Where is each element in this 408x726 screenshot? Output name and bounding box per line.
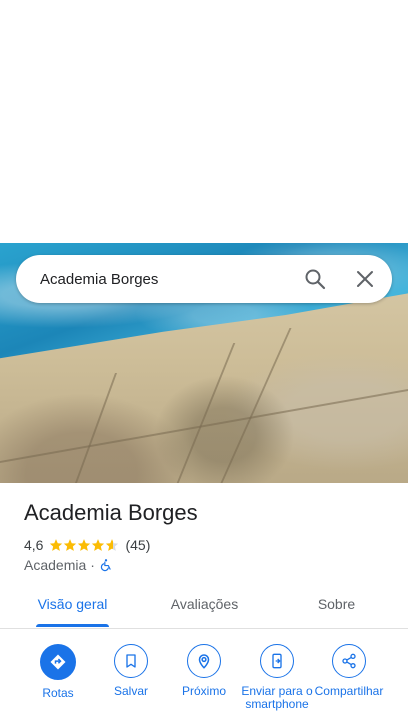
star-icon [64, 539, 77, 551]
share-button[interactable]: Compartilhar [309, 644, 389, 698]
save-label: Salvar [113, 684, 148, 698]
wheelchair-icon [100, 559, 111, 572]
send-to-phone-icon[interactable] [260, 644, 294, 678]
star-icon [78, 539, 91, 551]
tab-about[interactable]: Sobre [280, 588, 393, 628]
tab-reviews[interactable]: Avaliações [148, 588, 261, 628]
directions-button[interactable]: Rotas [18, 644, 98, 700]
place-title: Academia Borges [24, 500, 198, 525]
send-to-phone-label: Enviar para o smartphone [241, 684, 313, 711]
star-icon [50, 539, 63, 551]
nearby-button[interactable]: Próximo [164, 644, 244, 698]
nearby-icon[interactable] [187, 644, 221, 678]
send-to-phone-button[interactable]: Enviar para o smartphone [237, 644, 317, 711]
search-icon[interactable] [303, 267, 327, 291]
map-area [0, 0, 408, 243]
category-row: Academia · [24, 556, 113, 574]
place-category: Academia [24, 557, 87, 573]
tab-bar: Visão geral Avaliações Sobre [0, 588, 408, 629]
nearby-label: Próximo [181, 684, 226, 698]
rating-value: 4,6 [24, 537, 44, 553]
close-icon[interactable] [353, 267, 377, 291]
directions-icon[interactable] [40, 644, 76, 680]
bookmark-icon[interactable] [114, 644, 148, 678]
rating-stars [49, 538, 119, 552]
active-tab-indicator [36, 624, 109, 627]
reviews-count: (45) [125, 537, 151, 553]
search-bar[interactable]: Academia Borges [16, 255, 392, 303]
share-icon[interactable] [332, 644, 366, 678]
search-input[interactable]: Academia Borges [40, 271, 303, 288]
star-icon [92, 539, 105, 551]
share-label: Compartilhar [314, 684, 384, 698]
tab-overview[interactable]: Visão geral [16, 588, 129, 628]
directions-label: Rotas [42, 686, 74, 700]
separator: · [90, 557, 95, 573]
save-button[interactable]: Salvar [91, 644, 171, 698]
star-half-icon [106, 539, 119, 551]
rating-row[interactable]: 4,6 (45) [24, 536, 150, 554]
